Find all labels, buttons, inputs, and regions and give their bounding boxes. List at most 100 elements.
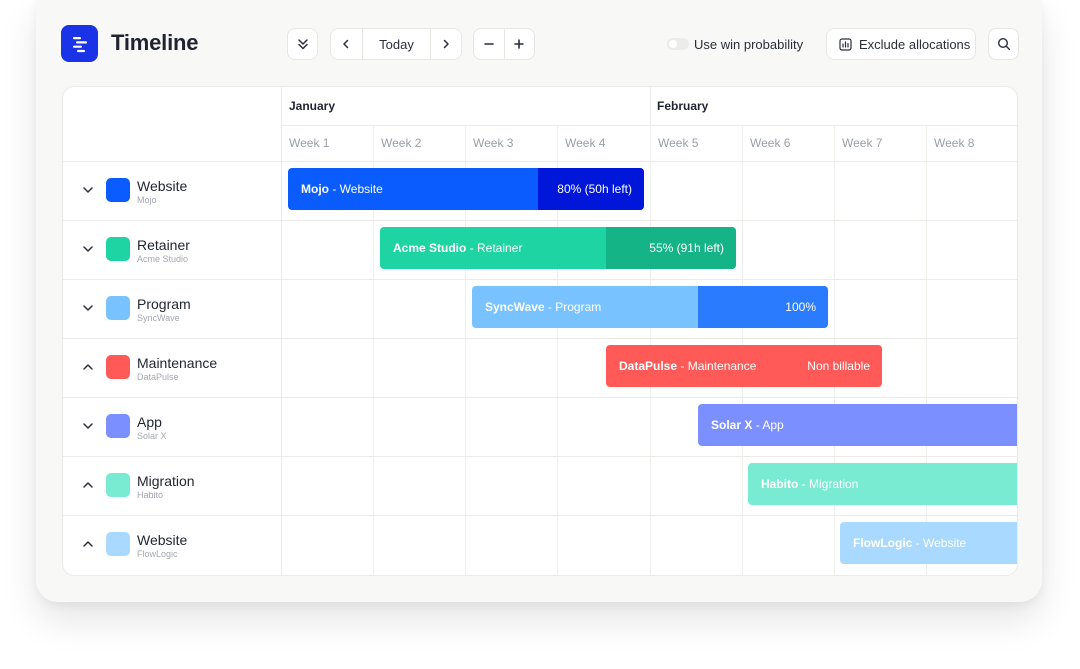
- week-label: Week 2: [381, 136, 421, 150]
- next-button[interactable]: [430, 29, 461, 59]
- project-row: MaintenanceDataPulse: [63, 338, 281, 397]
- allocation-progress: 100%: [698, 286, 828, 328]
- project-row: ProgramSyncWave: [63, 279, 281, 338]
- allocation-bar-label: DataPulse - Maintenance: [606, 359, 782, 373]
- zoom-controls: [473, 28, 535, 60]
- allocation-progress: 55% (91h left): [606, 227, 736, 269]
- allocation-bar[interactable]: Acme Studio - Retainer55% (91h left): [380, 227, 736, 269]
- allocation-bar-label: Mojo - Website: [288, 182, 538, 196]
- bar-client-name: Mojo: [301, 182, 329, 196]
- allocation-bar[interactable]: Mojo - Website80% (50h left): [288, 168, 644, 210]
- project-color-swatch: [106, 355, 130, 379]
- client-name: Solar X: [137, 431, 167, 441]
- allocation-bar-label: Solar X - App: [698, 418, 1018, 432]
- zoom-in-button[interactable]: [504, 29, 534, 59]
- allocation-bar-label: Habito - Migration: [748, 477, 1018, 491]
- double-chevron-down-icon: [296, 37, 310, 51]
- bar-client-name: Acme Studio: [393, 241, 466, 255]
- date-navigation: Today: [330, 28, 462, 60]
- bar-project-name: - Website: [912, 536, 966, 550]
- bar-client-name: Habito: [761, 477, 798, 491]
- timeline-logo-icon: [61, 25, 98, 62]
- month-label: February: [657, 99, 708, 113]
- project-row: WebsiteMojo: [63, 161, 281, 220]
- project-name: Migration: [137, 473, 195, 489]
- timeline-card: Timeline Today Use win probability: [36, 0, 1042, 602]
- allocation-bar[interactable]: Solar X - App: [698, 404, 1018, 446]
- allocation-bar[interactable]: Habito - Migration: [748, 463, 1018, 505]
- allocation-bar-label: FlowLogic - Website: [840, 536, 1018, 550]
- project-row: MigrationHabito: [63, 456, 281, 515]
- bar-client-name: FlowLogic: [853, 536, 912, 550]
- project-name: Retainer: [137, 237, 190, 253]
- project-name: Maintenance: [137, 355, 217, 371]
- collapse-all-button[interactable]: [287, 28, 318, 60]
- week-label: Week 8: [934, 136, 974, 150]
- chevron-down-icon[interactable]: [81, 242, 95, 256]
- chevron-right-icon: [440, 38, 452, 50]
- allocation-progress: 80% (50h left): [538, 168, 644, 210]
- project-name: Website: [137, 532, 187, 548]
- today-button[interactable]: Today: [362, 29, 431, 59]
- page-title: Timeline: [111, 30, 198, 56]
- chevron-down-icon[interactable]: [81, 419, 95, 433]
- exclude-allocations-label: Exclude allocations: [859, 37, 970, 52]
- project-row: AppSolar X: [63, 397, 281, 456]
- week-label: Week 3: [473, 136, 513, 150]
- bar-client-name: Solar X: [711, 418, 752, 432]
- chevron-down-icon[interactable]: [81, 183, 95, 197]
- week-label: Week 1: [289, 136, 329, 150]
- client-name: Habito: [137, 490, 163, 500]
- project-color-swatch: [106, 178, 130, 202]
- project-color-swatch: [106, 237, 130, 261]
- previous-button[interactable]: [331, 29, 362, 59]
- allocation-bar-label: Acme Studio - Retainer: [380, 241, 606, 255]
- week-column-divider: [926, 125, 927, 575]
- bar-project-name: - Retainer: [466, 241, 522, 255]
- client-name: FlowLogic: [137, 549, 178, 559]
- bar-chart-icon: [839, 38, 852, 51]
- project-name: App: [137, 414, 162, 430]
- allocation-bar[interactable]: FlowLogic - Website: [840, 522, 1018, 564]
- project-row: WebsiteFlowLogic: [63, 515, 281, 574]
- bar-client-name: SyncWave: [485, 300, 545, 314]
- project-name: Program: [137, 296, 191, 312]
- bar-project-name: - Maintenance: [677, 359, 756, 373]
- month-label: January: [289, 99, 335, 113]
- project-color-swatch: [106, 473, 130, 497]
- project-color-swatch: [106, 414, 130, 438]
- search-icon: [997, 37, 1011, 51]
- win-probability-toggle[interactable]: [667, 38, 689, 50]
- client-name: Acme Studio: [137, 254, 188, 264]
- search-button[interactable]: [988, 28, 1019, 60]
- chevron-up-icon[interactable]: [81, 360, 95, 374]
- chevron-up-icon[interactable]: [81, 537, 95, 551]
- toolbar: Timeline Today Use win probability: [36, 0, 1042, 86]
- exclude-allocations-button[interactable]: Exclude allocations: [826, 28, 976, 60]
- week-label: Week 6: [750, 136, 790, 150]
- week-label: Week 7: [842, 136, 882, 150]
- project-color-swatch: [106, 296, 130, 320]
- client-name: Mojo: [137, 195, 157, 205]
- bar-project-name: - Program: [545, 300, 602, 314]
- minus-icon: [483, 38, 495, 50]
- bar-client-name: DataPulse: [619, 359, 677, 373]
- allocation-bar-label: SyncWave - Program: [472, 300, 698, 314]
- month-row-divider: [281, 125, 1017, 126]
- bar-project-name: - App: [752, 418, 783, 432]
- bar-project-name: - Website: [329, 182, 383, 196]
- allocation-progress: Non billable: [782, 345, 882, 387]
- project-row: RetainerAcme Studio: [63, 220, 281, 279]
- week-label: Week 4: [565, 136, 605, 150]
- zoom-out-button[interactable]: [474, 29, 504, 59]
- win-probability-label: Use win probability: [694, 37, 803, 52]
- month-divider: [650, 87, 651, 125]
- allocation-bar[interactable]: SyncWave - Program100%: [472, 286, 828, 328]
- timeline-grid: January February Week 1 Week 2 Week 3 Week …: [62, 86, 1018, 576]
- plus-icon: [513, 38, 525, 50]
- chevron-up-icon[interactable]: [81, 478, 95, 492]
- chevron-down-icon[interactable]: [81, 301, 95, 315]
- project-name: Website: [137, 178, 187, 194]
- chevron-left-icon: [340, 38, 352, 50]
- allocation-bar[interactable]: DataPulse - MaintenanceNon billable: [606, 345, 882, 387]
